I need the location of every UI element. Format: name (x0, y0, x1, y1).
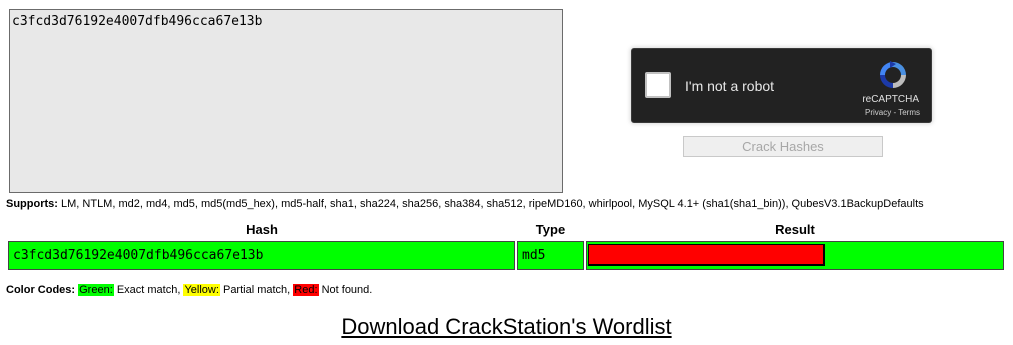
supported-hashes-line: Supports: LM, NTLM, md2, md4, md5, md5(m… (6, 198, 924, 210)
hash-input[interactable]: c3fcd3d76192e4007dfb496cca67e13b (9, 9, 563, 193)
result-value-cell (586, 241, 1004, 270)
result-hash-cell: c3fcd3d76192e4007dfb496cca67e13b (8, 241, 515, 270)
captcha-checkbox[interactable] (645, 72, 671, 98)
result-type-cell: md5 (517, 241, 584, 270)
yellow-description: Partial match, (219, 284, 294, 296)
green-swatch: Green: (78, 284, 114, 296)
supports-label: Supports: (6, 198, 58, 210)
download-wordlist-link[interactable]: Download CrackStation's Wordlist (0, 314, 1013, 340)
color-codes-label: Color Codes: (6, 284, 76, 296)
supports-list: LM, NTLM, md2, md4, md5, md5(md5_hex), m… (57, 198, 924, 210)
crack-hashes-button[interactable]: Crack Hashes (683, 136, 883, 157)
captcha-terms-link[interactable]: Terms (898, 108, 920, 117)
color-codes-legend: Color Codes: Green: Exact match, Yellow:… (6, 284, 372, 296)
yellow-swatch: Yellow: (183, 284, 220, 296)
captcha-links: Privacy - Terms (865, 108, 920, 117)
green-description: Exact match, (113, 284, 184, 296)
red-description: Not found. (318, 284, 373, 296)
captcha-label: I'm not a robot (685, 78, 775, 94)
recaptcha-widget: I'm not a robot reCAPTCHA Privacy - Term… (631, 48, 932, 123)
captcha-brand: reCAPTCHA (862, 94, 919, 105)
captcha-privacy-link[interactable]: Privacy (865, 108, 891, 117)
recaptcha-icon (880, 61, 906, 88)
column-header-result: Result (775, 222, 815, 237)
column-header-type: Type (535, 222, 566, 237)
column-header-hash: Hash (246, 222, 278, 237)
not-found-highlight (588, 244, 825, 266)
red-swatch: Red: (293, 284, 319, 296)
